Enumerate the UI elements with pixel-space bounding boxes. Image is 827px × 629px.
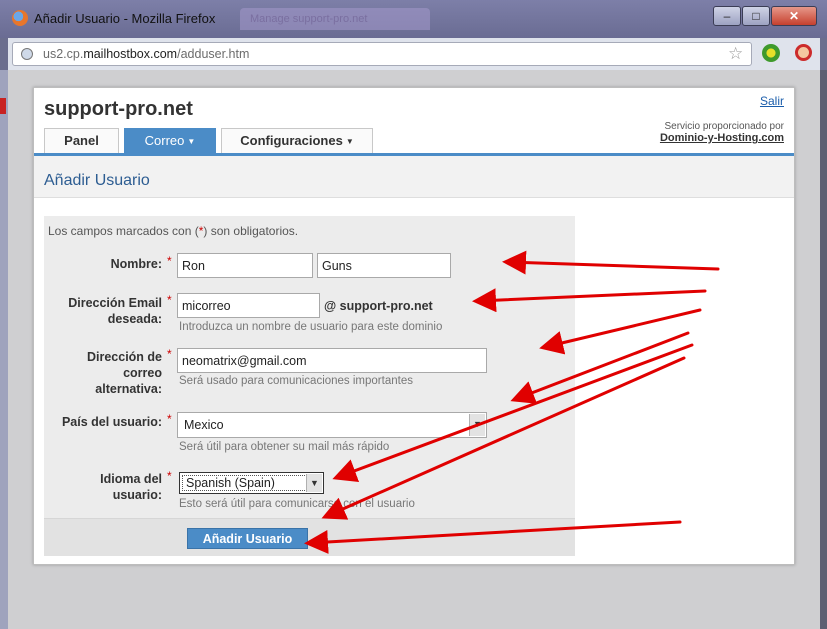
firefox-window: Añadir Usuario - Mozilla Firefox Manage … <box>0 0 827 629</box>
arrow-to-country <box>510 331 690 404</box>
arrow-to-email <box>472 288 707 313</box>
annotation-arrows <box>304 250 720 554</box>
arrow-to-alt-email <box>539 308 702 355</box>
arrow-to-submit <box>304 520 682 554</box>
arrow-to-language <box>332 343 694 482</box>
arrow-to-language-hint <box>321 356 686 520</box>
arrow-to-name <box>502 250 720 275</box>
